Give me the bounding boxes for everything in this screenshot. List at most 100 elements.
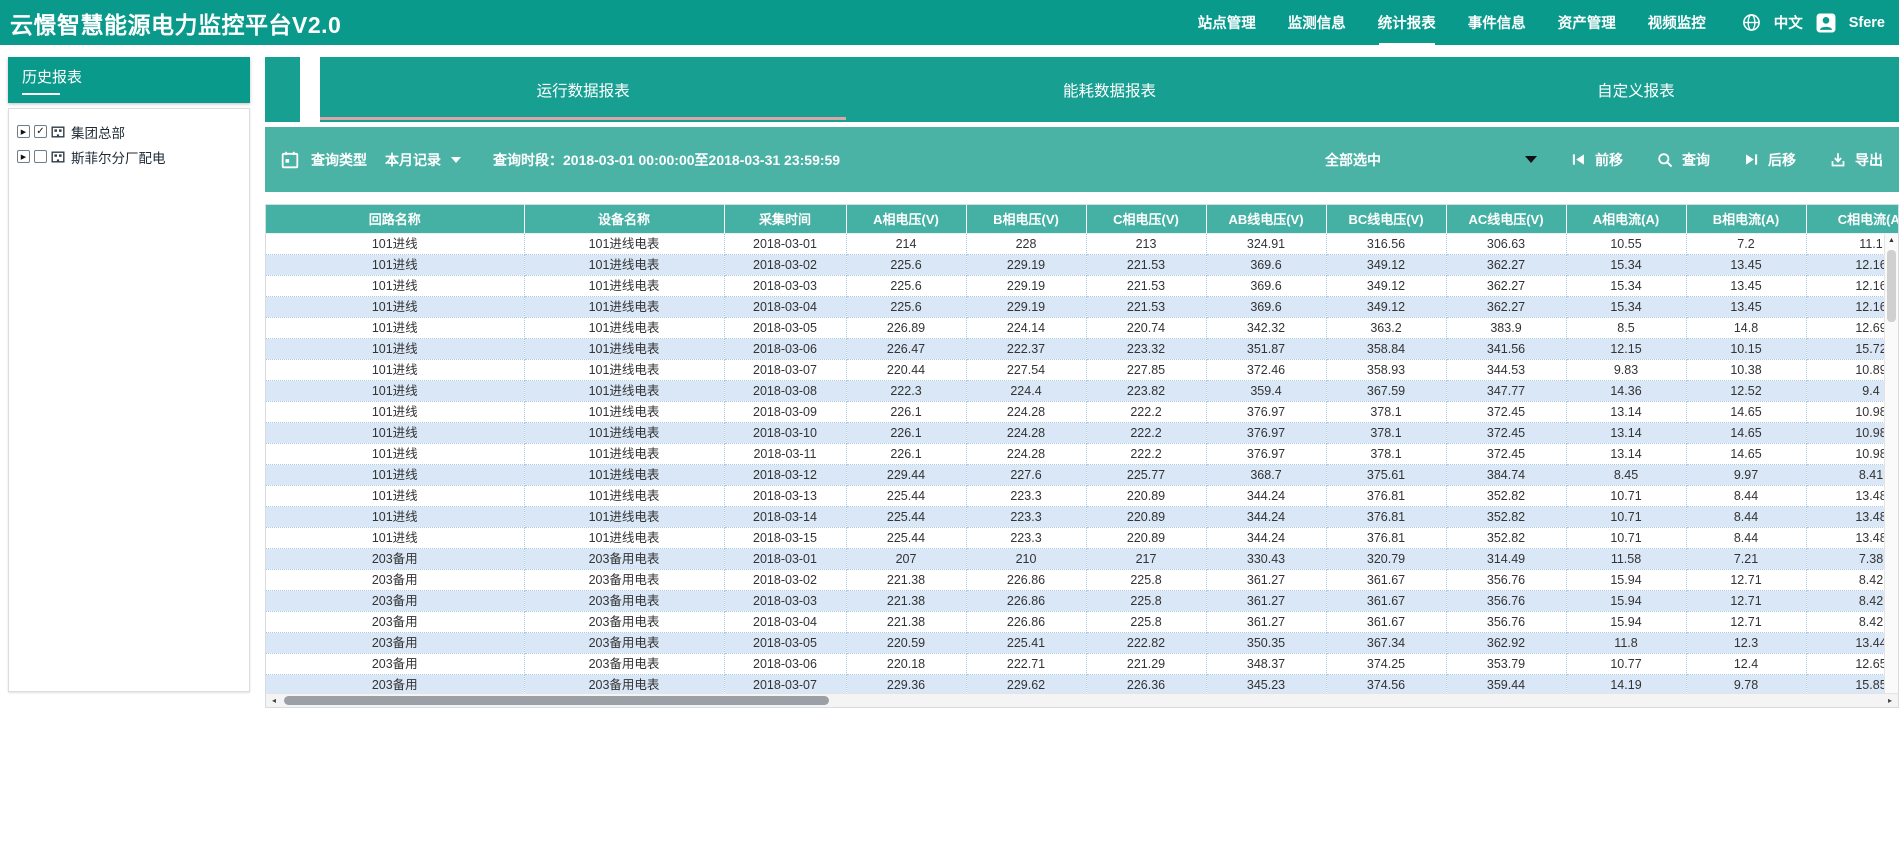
table-cell: 361.67 [1326,590,1446,611]
checkbox[interactable] [34,150,47,163]
horizontal-scrollbar-thumb[interactable] [284,696,829,705]
table-cell: 13.14 [1566,443,1686,464]
table-cell: 224.14 [966,317,1086,338]
globe-icon[interactable] [1742,13,1761,32]
query-toolbar: 查询类型 本月记录 查询时段：2018-03-01 00:00:00至2018-… [265,127,1899,192]
select-all-dropdown[interactable]: 全部选中 [1325,150,1537,170]
next-button[interactable]: 后移 [1744,150,1796,170]
table-cell: 222.3 [846,380,966,401]
table-cell: 13.45 [1686,275,1806,296]
table-cell: 222.2 [1086,401,1206,422]
column-header[interactable]: 采集时间 [724,205,846,233]
nav-item[interactable]: 统计报表 [1378,12,1436,33]
vertical-scrollbar-thumb[interactable] [1887,250,1896,322]
table-cell: 347.77 [1446,380,1566,401]
column-header[interactable]: A相电压(V) [846,205,966,233]
query-period-label: 查询时段： [493,152,563,168]
horizontal-scrollbar[interactable]: ◂ ▸ [266,693,1898,707]
checkbox[interactable]: ✓ [34,125,47,138]
table-cell: 362.27 [1446,296,1566,317]
column-header[interactable]: C相电流(A) [1806,205,1899,233]
column-menu-icon[interactable] [500,214,514,226]
column-header[interactable]: B相电流(A) [1686,205,1806,233]
table-cell: 101进线电表 [524,296,724,317]
nav-item[interactable]: 资产管理 [1558,12,1616,33]
expand-icon[interactable]: ▶ [17,125,30,138]
table-cell: 101进线 [266,485,524,506]
table-cell: 13.14 [1566,422,1686,443]
column-header[interactable]: 回路名称 [266,205,524,233]
nav-item[interactable]: 监测信息 [1288,12,1346,33]
search-button[interactable]: 查询 [1657,150,1710,170]
table-cell: 376.97 [1206,422,1326,443]
column-header[interactable]: A相电流(A) [1566,205,1686,233]
user-icon[interactable] [1816,13,1836,33]
table-cell: 225.77 [1086,464,1206,485]
table-cell: 222.2 [1086,422,1206,443]
table-cell: 210 [966,548,1086,569]
language-label[interactable]: 中文 [1774,12,1803,33]
export-button[interactable]: 导出 [1830,150,1883,170]
column-header[interactable]: AB线电压(V) [1206,205,1326,233]
table-cell: 203备用电表 [524,653,724,674]
tab[interactable]: 能耗数据报表 [846,57,1372,122]
table-cell: 361.27 [1206,611,1326,632]
table-cell: 101进线 [266,527,524,548]
table-cell: 2018-03-05 [724,632,846,653]
table-cell: 203备用电表 [524,674,724,695]
column-header[interactable]: AC线电压(V) [1446,205,1566,233]
expand-icon[interactable]: ▶ [17,150,30,163]
table-cell: 203备用 [266,590,524,611]
query-type-select[interactable]: 本月记录 [385,150,461,170]
tab[interactable]: 运行数据报表 [320,57,846,122]
tree-item-label[interactable]: 集团总部 [71,122,125,142]
table-cell: 10.71 [1566,485,1686,506]
table-cell: 374.56 [1326,674,1446,695]
tree-item[interactable]: ▶ 斯菲尔分厂配电 [17,144,241,169]
table-cell: 2018-03-06 [724,338,846,359]
tab-label: 自定义报表 [1597,79,1675,101]
table-cell: 376.97 [1206,401,1326,422]
table-cell: 203备用 [266,674,524,695]
tab[interactable]: 自定义报表 [1373,57,1899,122]
nav-item[interactable]: 站点管理 [1198,12,1256,33]
table-cell: 349.12 [1326,275,1446,296]
table-cell: 224.28 [966,443,1086,464]
scroll-left-arrow[interactable]: ◂ [266,696,282,705]
table-cell: 353.79 [1446,653,1566,674]
column-header[interactable]: C相电压(V) [1086,205,1206,233]
table-cell: 222.37 [966,338,1086,359]
table-cell: 378.1 [1326,422,1446,443]
table-cell: 12.71 [1686,569,1806,590]
nav-item[interactable]: 视频监控 [1648,12,1706,33]
column-header[interactable]: BC线电压(V) [1326,205,1446,233]
username[interactable]: Sfere [1849,15,1885,31]
table-cell: 376.97 [1206,443,1326,464]
tree-item[interactable]: ▶ ✓ 集团总部 [17,119,241,144]
column-header[interactable]: 设备名称 [524,205,724,233]
table-cell: 352.82 [1446,506,1566,527]
scroll-up-arrow[interactable]: ▲ [1885,234,1898,248]
table-cell: 101进线电表 [524,401,724,422]
table-cell: 220.89 [1086,485,1206,506]
sidebar-collapse-handle[interactable] [265,57,300,122]
table-cell: 225.44 [846,485,966,506]
table-cell: 229.19 [966,254,1086,275]
nav-item[interactable]: 事件信息 [1468,12,1526,33]
prev-button[interactable]: 前移 [1571,150,1623,170]
tree-item-label[interactable]: 斯菲尔分厂配电 [71,147,166,167]
table-cell: 224.28 [966,401,1086,422]
table-cell: 223.82 [1086,380,1206,401]
caret-down-icon [451,157,461,163]
scroll-right-arrow[interactable]: ▸ [1882,696,1898,705]
sidebar-header: 历史报表 [8,57,250,103]
table-cell: 101进线电表 [524,275,724,296]
table-row: 101进线 101进线电表 2018-03-11 226.1 224.28 22… [266,443,1899,464]
tab-label: 运行数据报表 [537,79,630,101]
table-row: 101进线 101进线电表 2018-03-01 214 228 213 324… [266,233,1899,254]
table-cell: 316.56 [1326,233,1446,254]
column-header[interactable]: B相电压(V) [966,205,1086,233]
vertical-scrollbar[interactable]: ▲ [1884,234,1898,693]
table-body: 101进线 101进线电表 2018-03-01 214 228 213 324… [266,233,1899,695]
table-cell: 2018-03-12 [724,464,846,485]
